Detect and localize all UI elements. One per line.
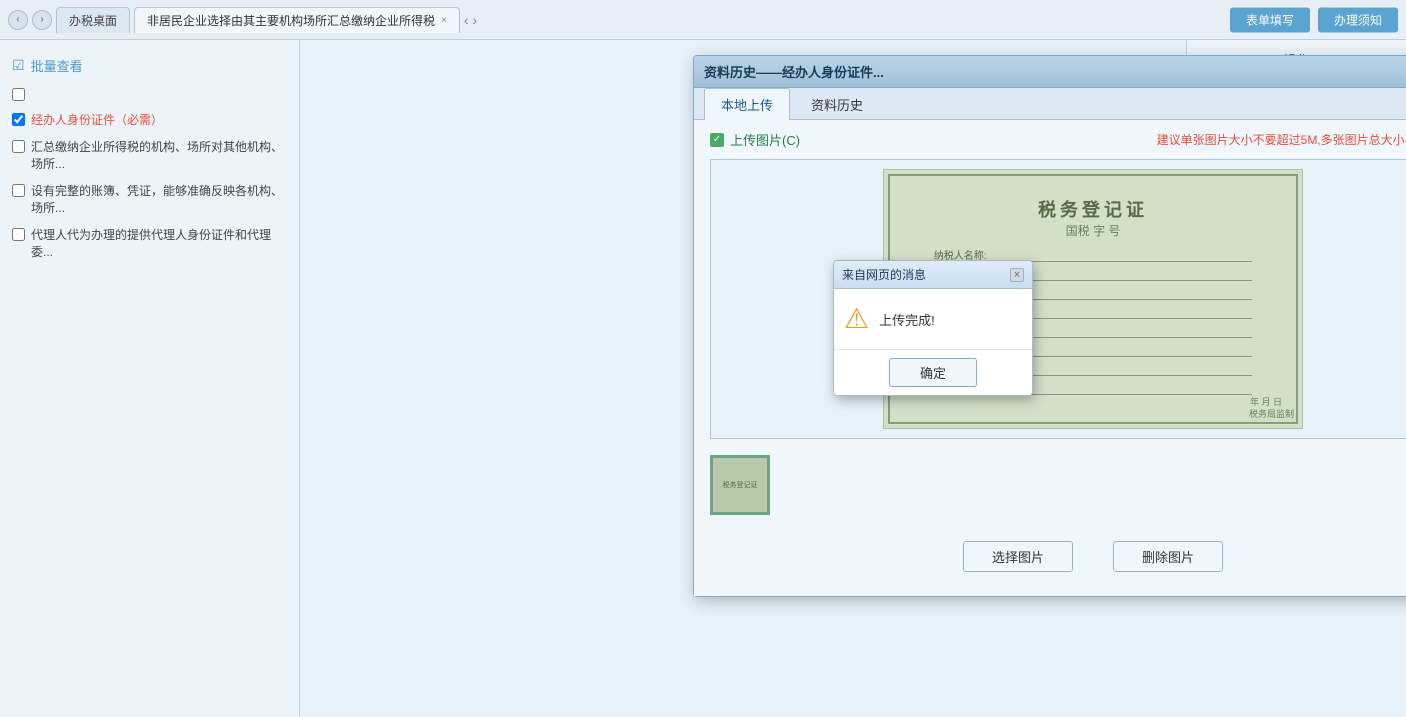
doc-value-5 xyxy=(1014,342,1252,357)
local-upload-tab-label: 本地上传 xyxy=(721,98,773,113)
tab-enterprise-label: 非居民企业选择由其主要机构场所汇总缴纳企业所得税 xyxy=(147,12,435,29)
doc-date: 年 月 日 xyxy=(1250,395,1282,408)
image-preview-area: 税务登记证 国税 字 号 纳税人名称: 法定代表人: xyxy=(710,159,1406,439)
checkbox-operator-id[interactable] xyxy=(12,113,25,126)
doc-value-2 xyxy=(1014,285,1252,300)
alert-ok-button[interactable]: 确定 xyxy=(889,358,977,387)
tax-institution-label: 汇总缴纳企业所得税的机构、场所对其他机构、场所... xyxy=(31,138,287,172)
tab-desktop-label: 办税桌面 xyxy=(69,12,117,29)
upload-check-icon: ✓ xyxy=(710,133,724,147)
upload-row: ✓ 上传图片(C) 建议单张图片大小不要超过5M,多张图片总大小不要超过10M xyxy=(710,130,1406,149)
alert-title: 来自网页的消息 xyxy=(842,266,926,283)
tab-area: ‹ › 办税桌面 非居民企业选择由其主要机构场所汇总缴纳企业所得税 × ‹ › xyxy=(8,7,1398,33)
top-right-buttons: 表单填写 办理须知 xyxy=(1230,7,1398,32)
modal-titlebar: 资料历史——经办人身份证件... × xyxy=(694,56,1406,88)
thumb-doc-image: 税务登记证 xyxy=(712,457,768,513)
form-fill-button[interactable]: 表单填写 xyxy=(1230,7,1310,32)
main-area: ☑ 批量查看 经办人身份证件（必需） 汇总缴纳企业所得税的机构、场所对其他机构、… xyxy=(0,40,1406,717)
doc-value-0 xyxy=(1014,247,1252,262)
alert-close-button[interactable]: × xyxy=(1010,268,1024,282)
doc-subtitle: 国税 字 号 xyxy=(1066,222,1121,239)
alert-dialog: 来自网页的消息 × ⚠ 上传完成! 确定 xyxy=(833,260,1033,396)
right-panel: 操作 选择 扫描 查看 × 空空 选择 扫描 查看 × 空空 选择 扫描 查看 … xyxy=(300,40,1406,717)
tab-local-upload[interactable]: 本地上传 xyxy=(704,88,790,120)
modal-body: ✓ 上传图片(C) 建议单张图片大小不要超过5M,多张图片总大小不要超过10M … xyxy=(694,120,1406,596)
sidebar-row-accounts: 设有完整的账簿、凭证，能够准确反映各机构、场所... xyxy=(0,177,299,221)
doc-footer-text: 税务局监制 xyxy=(1249,407,1294,420)
upload-hint: 建议单张图片大小不要超过5M,多张图片总大小不要超过10M xyxy=(1157,131,1406,148)
operator-id-label: 经办人身份证件（必需） xyxy=(31,111,163,128)
arrow-right-icon[interactable]: › xyxy=(473,12,478,28)
alert-titlebar: 来自网页的消息 × xyxy=(834,261,1032,289)
sidebar-row-tax-institution: 汇总缴纳企业所得税的机构、场所对其他机构、场所... xyxy=(0,133,299,177)
left-sidebar: ☑ 批量查看 经办人身份证件（必需） 汇总缴纳企业所得税的机构、场所对其他机构、… xyxy=(0,40,300,717)
modal-title: 资料历史——经办人身份证件... xyxy=(704,62,884,81)
proxy-label: 代理人代为办理的提供代理人身份证件和代理委... xyxy=(31,226,287,260)
nav-forward-btn[interactable]: › xyxy=(32,10,52,30)
alert-body: ⚠ 上传完成! xyxy=(834,289,1032,349)
sidebar-row-operator-id: 经办人身份证件（必需） xyxy=(0,106,299,133)
tab-close-icon[interactable]: × xyxy=(441,15,447,26)
chrome-arrows: ‹ › xyxy=(464,12,477,28)
doc-value-3 xyxy=(1014,304,1252,319)
thumbnails-row: 税务登记证 xyxy=(710,451,1406,519)
upload-checkbox-label[interactable]: ✓ 上传图片(C) xyxy=(710,130,800,149)
batch-view-label: 批量查看 xyxy=(31,56,83,75)
app-chrome: ‹ › 办税桌面 非居民企业选择由其主要机构场所汇总缴纳企业所得税 × ‹ › … xyxy=(0,0,1406,40)
process-notice-button[interactable]: 办理须知 xyxy=(1318,7,1398,32)
sidebar-row-proxy: 代理人代为办理的提供代理人身份证件和代理委... xyxy=(0,221,299,265)
arrow-left-icon[interactable]: ‹ xyxy=(464,12,469,28)
checkbox-proxy[interactable] xyxy=(12,228,25,241)
alert-message: 上传完成! xyxy=(879,310,935,329)
modal-tabs: 本地上传 资料历史 xyxy=(694,88,1406,120)
alert-warning-icon: ⚠ xyxy=(844,305,869,333)
doc-value-1 xyxy=(1014,266,1252,281)
checkbox-accounts[interactable] xyxy=(12,184,25,197)
thumbnail-0[interactable]: 税务登记证 xyxy=(710,455,770,515)
doc-value-7 xyxy=(1014,380,1252,395)
batch-icon: ☑ xyxy=(12,57,25,74)
checkbox-tax-institution[interactable] xyxy=(12,140,25,153)
sidebar-row-0 xyxy=(0,81,299,106)
thumb-doc-label: 税务登记证 xyxy=(723,480,758,490)
modal-footer: 选择图片 删除图片 xyxy=(710,531,1406,586)
nav-back-btn[interactable]: ‹ xyxy=(8,10,28,30)
doc-title: 税务登记证 xyxy=(1038,196,1148,222)
checkbox-0[interactable] xyxy=(12,88,25,101)
delete-image-button[interactable]: 删除图片 xyxy=(1113,541,1223,572)
data-history-tab-label: 资料历史 xyxy=(811,98,863,113)
select-image-button[interactable]: 选择图片 xyxy=(963,541,1073,572)
tab-data-history[interactable]: 资料历史 xyxy=(794,88,880,120)
alert-footer: 确定 xyxy=(834,349,1032,395)
main-modal: 资料历史——经办人身份证件... × 本地上传 资料历史 ✓ 上传图片(C) 建… xyxy=(693,55,1406,597)
doc-value-6 xyxy=(1014,361,1252,376)
tab-enterprise-tax[interactable]: 非居民企业选择由其主要机构场所汇总缴纳企业所得税 × xyxy=(134,7,460,33)
tab-desktop[interactable]: 办税桌面 xyxy=(56,7,130,33)
batch-view-button[interactable]: ☑ 批量查看 xyxy=(0,50,299,81)
doc-value-4 xyxy=(1014,323,1252,338)
upload-label-text: 上传图片(C) xyxy=(730,130,800,149)
accounts-label: 设有完整的账簿、凭证，能够准确反映各机构、场所... xyxy=(31,182,287,216)
